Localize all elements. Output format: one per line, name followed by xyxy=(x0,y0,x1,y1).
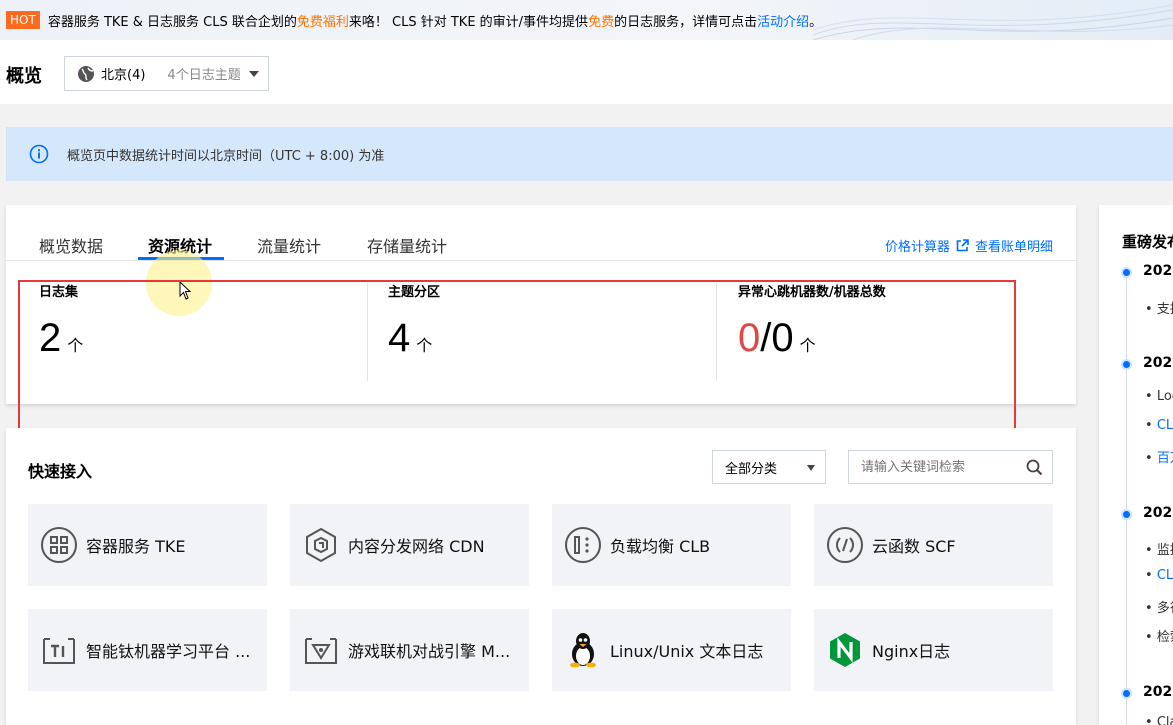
tile-nginx[interactable]: Nginx日志 xyxy=(814,609,1053,691)
tile-label: Linux/Unix 文本日志 xyxy=(610,642,764,661)
info-icon xyxy=(29,144,49,164)
timeline-dot xyxy=(1121,509,1132,520)
external-link-icon xyxy=(956,239,969,252)
alert-text: 概览页中数据统计时间以北京时间（UTC + 8:00) 为准 xyxy=(67,148,385,164)
banner-highlight: 免费 xyxy=(588,14,615,30)
caret-down-icon xyxy=(807,465,815,471)
search-icon[interactable] xyxy=(1026,459,1043,476)
tab-storage[interactable]: 存储量统计 xyxy=(367,233,447,261)
timeline-year: 2021 xyxy=(1143,355,1173,371)
tile-label: 云函数 SCF xyxy=(872,537,956,556)
tile-tke[interactable]: 容器服务 TKE xyxy=(28,504,267,586)
cdn-icon xyxy=(306,527,336,563)
activity-link[interactable]: 活动介绍 xyxy=(757,11,809,30)
tile-cdn[interactable]: 内容分发网络 CDN xyxy=(290,504,529,586)
tab-links: 价格计算器 查看账单明细 xyxy=(885,236,1053,255)
release-panel-title: 重磅发布 xyxy=(1122,233,1173,251)
timeline-item: 支持 xyxy=(1145,298,1173,317)
banner-text: 来咯！ CLS 针对 TKE 的审计/事件均提供 xyxy=(348,14,589,30)
tile-game[interactable]: 游戏联机对战引擎 M... xyxy=(290,609,529,691)
tab-traffic[interactable]: 流量统计 xyxy=(257,233,321,261)
timeline-item[interactable]: 百万 xyxy=(1145,447,1173,466)
globe-icon xyxy=(78,65,94,82)
category-select[interactable]: 全部分类 xyxy=(712,450,826,484)
timeline-item: 监控 xyxy=(1145,539,1173,558)
page-header: 概览 北京(4) 4个日志主题 xyxy=(0,40,1173,104)
price-calculator-link[interactable]: 价格计算器 xyxy=(885,236,950,255)
bill-detail-link[interactable]: 查看账单明细 xyxy=(975,236,1053,255)
tile-linux[interactable]: Linux/Unix 文本日志 xyxy=(552,609,791,691)
tile-scf[interactable]: 云函数 SCF xyxy=(814,504,1053,586)
tile-label: 内容分发网络 CDN xyxy=(348,537,485,556)
tile-label: 负载均衡 CLB xyxy=(610,537,711,556)
tile-label: 智能钛机器学习平台 ... xyxy=(86,642,251,661)
tab-overview[interactable]: 概览数据 xyxy=(39,233,103,261)
scf-icon xyxy=(827,527,863,563)
tile-ti[interactable]: 智能钛机器学习平台 ... xyxy=(28,609,267,691)
timeline-item: 检索 xyxy=(1145,626,1173,645)
timeline-item: Log xyxy=(1145,389,1173,404)
region-topic-count: 4个日志主题 xyxy=(167,68,241,83)
banner-text: 容器服务 TKE & 日志服务 CLS 联合企划的 xyxy=(47,14,297,30)
timeline-dot xyxy=(1121,267,1132,278)
tile-clb[interactable]: 负载均衡 CLB xyxy=(552,504,791,586)
tile-label: 容器服务 TKE xyxy=(86,537,186,556)
banner-decoration xyxy=(813,4,1173,40)
timeline-year: 2020 xyxy=(1143,684,1173,700)
timeline-item[interactable]: CL xyxy=(1145,418,1173,433)
timeline-item: 多行 xyxy=(1145,597,1173,616)
timeline-line xyxy=(1126,273,1127,725)
timeline-item[interactable]: CL xyxy=(1145,568,1173,583)
timeline-dot xyxy=(1121,688,1132,699)
search-input[interactable] xyxy=(848,450,1053,484)
tke-icon xyxy=(41,527,77,563)
linux-icon xyxy=(570,633,596,668)
game-icon xyxy=(305,638,337,664)
timeline-year: 2020 xyxy=(1143,505,1173,521)
tile-label: Nginx日志 xyxy=(872,642,951,661)
highlight-box xyxy=(18,280,1016,432)
clb-icon xyxy=(565,527,601,563)
quick-access-card: 快速接入 全部分类 容器服务 TKE 内容分发网络 CDN xyxy=(6,428,1076,725)
quick-access-title: 快速接入 xyxy=(28,462,93,481)
release-panel: 重磅发布 2021 支持 2021 Log CL 百万 2020 监控 CL 多… xyxy=(1099,205,1173,725)
hot-badge: HOT xyxy=(6,11,40,29)
page-title: 概览 xyxy=(6,66,42,87)
tile-label: 游戏联机对战引擎 M... xyxy=(348,642,511,661)
promo-banner: HOT 容器服务 TKE & 日志服务 CLS 联合企划的 免费福利 来咯！ CLS… xyxy=(0,0,1173,40)
region-label: 北京(4) xyxy=(101,68,146,83)
timeline-item: Cla xyxy=(1145,715,1173,725)
category-select-value: 全部分类 xyxy=(725,461,778,477)
banner-highlight: 免费福利 xyxy=(296,14,349,30)
ti-icon xyxy=(43,638,75,664)
caret-down-icon xyxy=(249,71,259,77)
timeline-dot xyxy=(1121,359,1132,370)
banner-text: 的日志服务，详情可点击 xyxy=(614,14,758,30)
nginx-icon xyxy=(830,633,860,667)
region-selector[interactable]: 北京(4) 4个日志主题 xyxy=(64,56,269,91)
info-alert: 概览页中数据统计时间以北京时间（UTC + 8:00) 为准 xyxy=(6,127,1173,181)
timeline-year: 2021 xyxy=(1143,263,1173,279)
